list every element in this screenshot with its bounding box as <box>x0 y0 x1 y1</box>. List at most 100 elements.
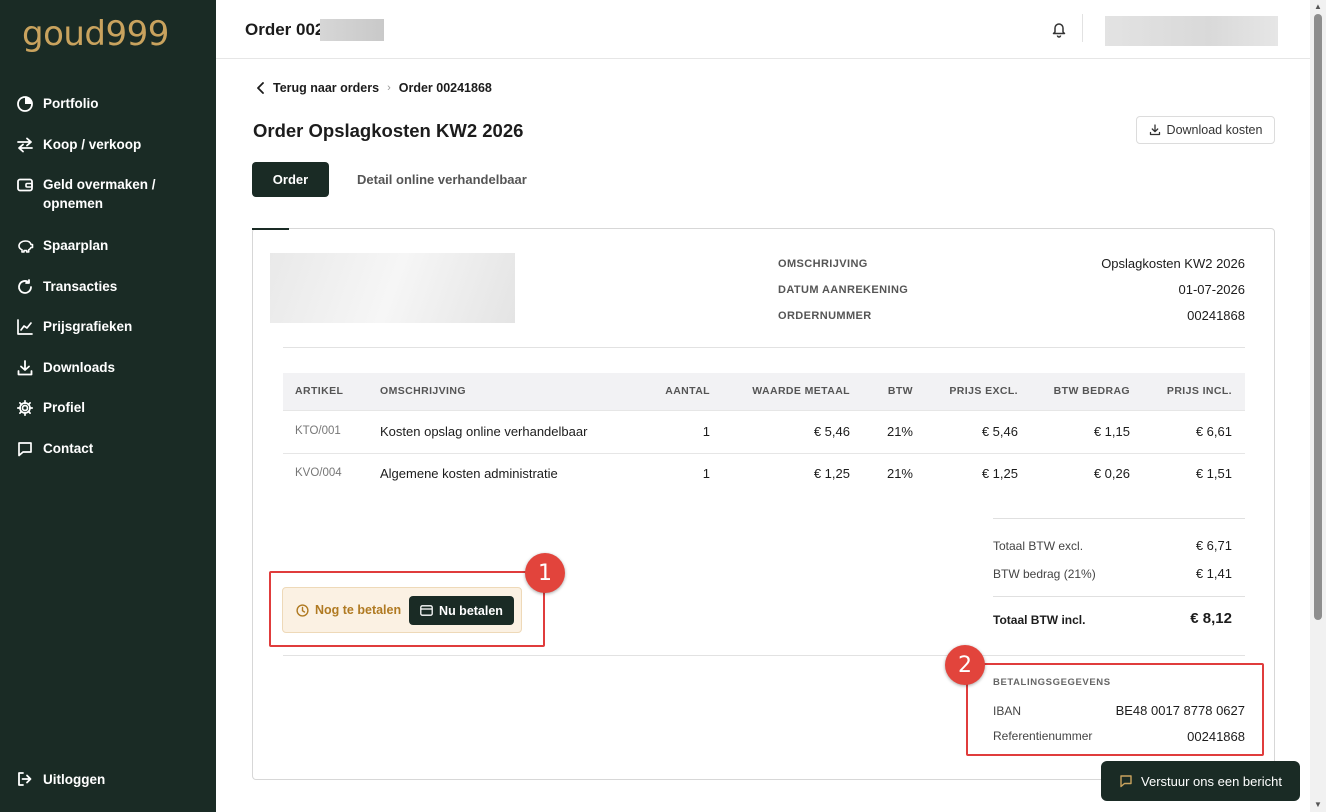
totaal-incl-label: Totaal BTW incl. <box>993 613 1086 627</box>
brand-logo[interactable]: goud999 <box>22 14 169 54</box>
ordernummer-label: ORDERNUMMER <box>778 310 872 322</box>
gear-icon <box>16 399 34 417</box>
sidebar-item-label: Downloads <box>43 359 116 375</box>
sidebar-item-label: Geld overmaken / opnemen <box>43 177 156 211</box>
sidebar-item-label: Koop / verkoop <box>43 136 142 152</box>
sidebar-item-label: Spaarplan <box>43 238 109 253</box>
breadcrumb: Terug naar orders › Order 00241868 <box>256 81 492 95</box>
sidebar-nav: Portfolio Koop / verkoop Geld overmaken … <box>0 92 216 477</box>
cell-artikel: KVO/004 <box>295 467 342 479</box>
cell-artikel: KTO/001 <box>295 425 341 437</box>
cell-waarde-metaal: € 1,25 <box>813 466 850 481</box>
column-header-aantal: AANTAL <box>665 385 710 397</box>
card-accent-bar <box>252 228 289 230</box>
sidebar-item-profiel[interactable]: Profiel <box>0 396 216 437</box>
row-divider <box>283 453 1245 454</box>
bell-icon[interactable] <box>1050 20 1068 38</box>
back-to-orders-link[interactable]: Terug naar orders <box>273 81 379 95</box>
top-bar-title: Order 002 <box>245 20 325 39</box>
breadcrumb-current: Order 00241868 <box>398 81 492 95</box>
sidebar-item-label: Portfolio <box>43 96 99 111</box>
sidebar-item-portfolio[interactable]: Portfolio <box>0 92 216 133</box>
totals-divider <box>993 518 1245 519</box>
ordernummer-value: 00241868 <box>1187 308 1245 323</box>
scroll-up-arrow-icon[interactable]: ▲ <box>1314 2 1322 11</box>
swap-arrows-icon <box>17 137 33 152</box>
cell-aantal: 1 <box>702 424 710 439</box>
cell-prijs-incl: € 1,51 <box>1195 466 1232 481</box>
chat-bubble-icon <box>1120 775 1132 788</box>
send-message-button[interactable]: Verstuur ons een bericht <box>1101 761 1300 801</box>
btw-bedrag-label: BTW bedrag (21%) <box>993 567 1096 581</box>
annotation-box-1 <box>269 571 545 647</box>
btw-bedrag-value: € 1,41 <box>1195 566 1232 581</box>
redacted-order-number <box>320 19 384 41</box>
cell-btw-bedrag: € 0,26 <box>1093 466 1130 481</box>
cell-aantal: 1 <box>702 466 710 481</box>
column-header-artikel: ARTIKEL <box>295 385 344 397</box>
sidebar-item-prijsgrafieken[interactable]: Prijsgrafieken <box>0 315 216 356</box>
omschrijving-value: Opslagkosten KW2 2026 <box>1101 256 1245 271</box>
divider <box>283 655 1245 656</box>
row-divider <box>283 410 1245 411</box>
redacted-image <box>270 253 515 323</box>
sidebar-item-geld-overmaken[interactable]: Geld overmaken / opnemen <box>0 173 216 234</box>
column-header-btw-bedrag: BTW BEDRAG <box>1053 385 1130 397</box>
piggy-bank-icon <box>18 240 34 253</box>
sidebar-item-downloads[interactable]: Downloads <box>0 356 216 397</box>
cell-prijs-excl: € 1,25 <box>981 466 1018 481</box>
cell-btw-bedrag: € 1,15 <box>1093 424 1130 439</box>
sidebar-item-koop-verkoop[interactable]: Koop / verkoop <box>0 133 216 174</box>
tab-order[interactable]: Order <box>252 162 329 197</box>
annotation-box-2 <box>966 663 1264 756</box>
column-header-prijs-excl: PRIJS EXCL. <box>949 385 1018 397</box>
logout-button[interactable]: Uitloggen <box>16 770 105 788</box>
cell-btw: 21% <box>886 424 913 439</box>
cell-prijs-incl: € 6,61 <box>1195 424 1232 439</box>
cell-waarde-metaal: € 5,46 <box>813 424 850 439</box>
page-title: Order Opslagkosten KW2 2026 <box>253 120 524 141</box>
scroll-down-arrow-icon[interactable]: ▼ <box>1314 800 1322 809</box>
sidebar-item-label: Transacties <box>43 278 118 294</box>
chevron-left-icon[interactable] <box>256 82 265 94</box>
download-icon <box>17 359 33 375</box>
datum-aanrekening-label: DATUM AANREKENING <box>778 284 909 296</box>
page-scrollbar[interactable]: ▲ ▼ <box>1310 0 1326 812</box>
sidebar: goud999 Portfolio Koop / verkoop Geld ov… <box>0 0 216 812</box>
sidebar-item-transacties[interactable]: Transacties <box>0 275 216 316</box>
sidebar-item-contact[interactable]: Contact <box>0 437 216 478</box>
cell-omschrijving: Kosten opslag online verhandelbaar <box>380 424 588 439</box>
download-costs-button[interactable]: Download kosten <box>1136 116 1275 144</box>
totals-divider <box>993 596 1245 597</box>
totaal-excl-value: € 6,71 <box>1195 538 1232 553</box>
totaal-excl-label: Totaal BTW excl. <box>993 539 1084 553</box>
sidebar-item-label: Contact <box>43 440 94 456</box>
sidebar-item-spaarplan[interactable]: Spaarplan <box>0 234 216 275</box>
totaal-incl-value: € 8,12 <box>1190 610 1232 627</box>
datum-aanrekening-value: 01-07-2026 <box>1178 282 1246 297</box>
download-costs-label: Download kosten <box>1166 123 1263 137</box>
wallet-icon <box>17 178 33 192</box>
top-bar-divider <box>1082 14 1083 42</box>
omschrijving-label: OMSCHRIJVING <box>778 258 868 270</box>
scrollbar-thumb[interactable] <box>1314 14 1322 620</box>
send-message-label: Verstuur ons een bericht <box>1141 773 1282 789</box>
history-icon <box>18 278 32 294</box>
divider <box>283 347 1245 348</box>
pie-chart-icon <box>17 96 33 112</box>
cell-omschrijving: Algemene kosten administratie <box>380 466 558 481</box>
column-header-waarde-metaal: WAARDE METAAL <box>752 385 850 397</box>
column-header-prijs-incl: PRIJS INCL. <box>1166 385 1232 397</box>
redacted-user-menu[interactable] <box>1105 16 1278 46</box>
annotation-marker-2: 2 <box>945 645 985 685</box>
cell-btw: 21% <box>886 466 913 481</box>
chevron-right-icon: › <box>387 82 391 94</box>
column-header-btw: BTW <box>887 385 913 397</box>
download-icon <box>1149 124 1160 136</box>
tab-detail-online-verhandelbaar[interactable]: Detail online verhandelbaar <box>357 172 527 187</box>
column-header-omschrijving: OMSCHRIJVING <box>380 385 466 397</box>
logout-label: Uitloggen <box>43 771 106 787</box>
annotation-marker-1: 1 <box>525 553 565 593</box>
cell-prijs-excl: € 5,46 <box>981 424 1018 439</box>
line-chart-icon <box>17 319 33 335</box>
